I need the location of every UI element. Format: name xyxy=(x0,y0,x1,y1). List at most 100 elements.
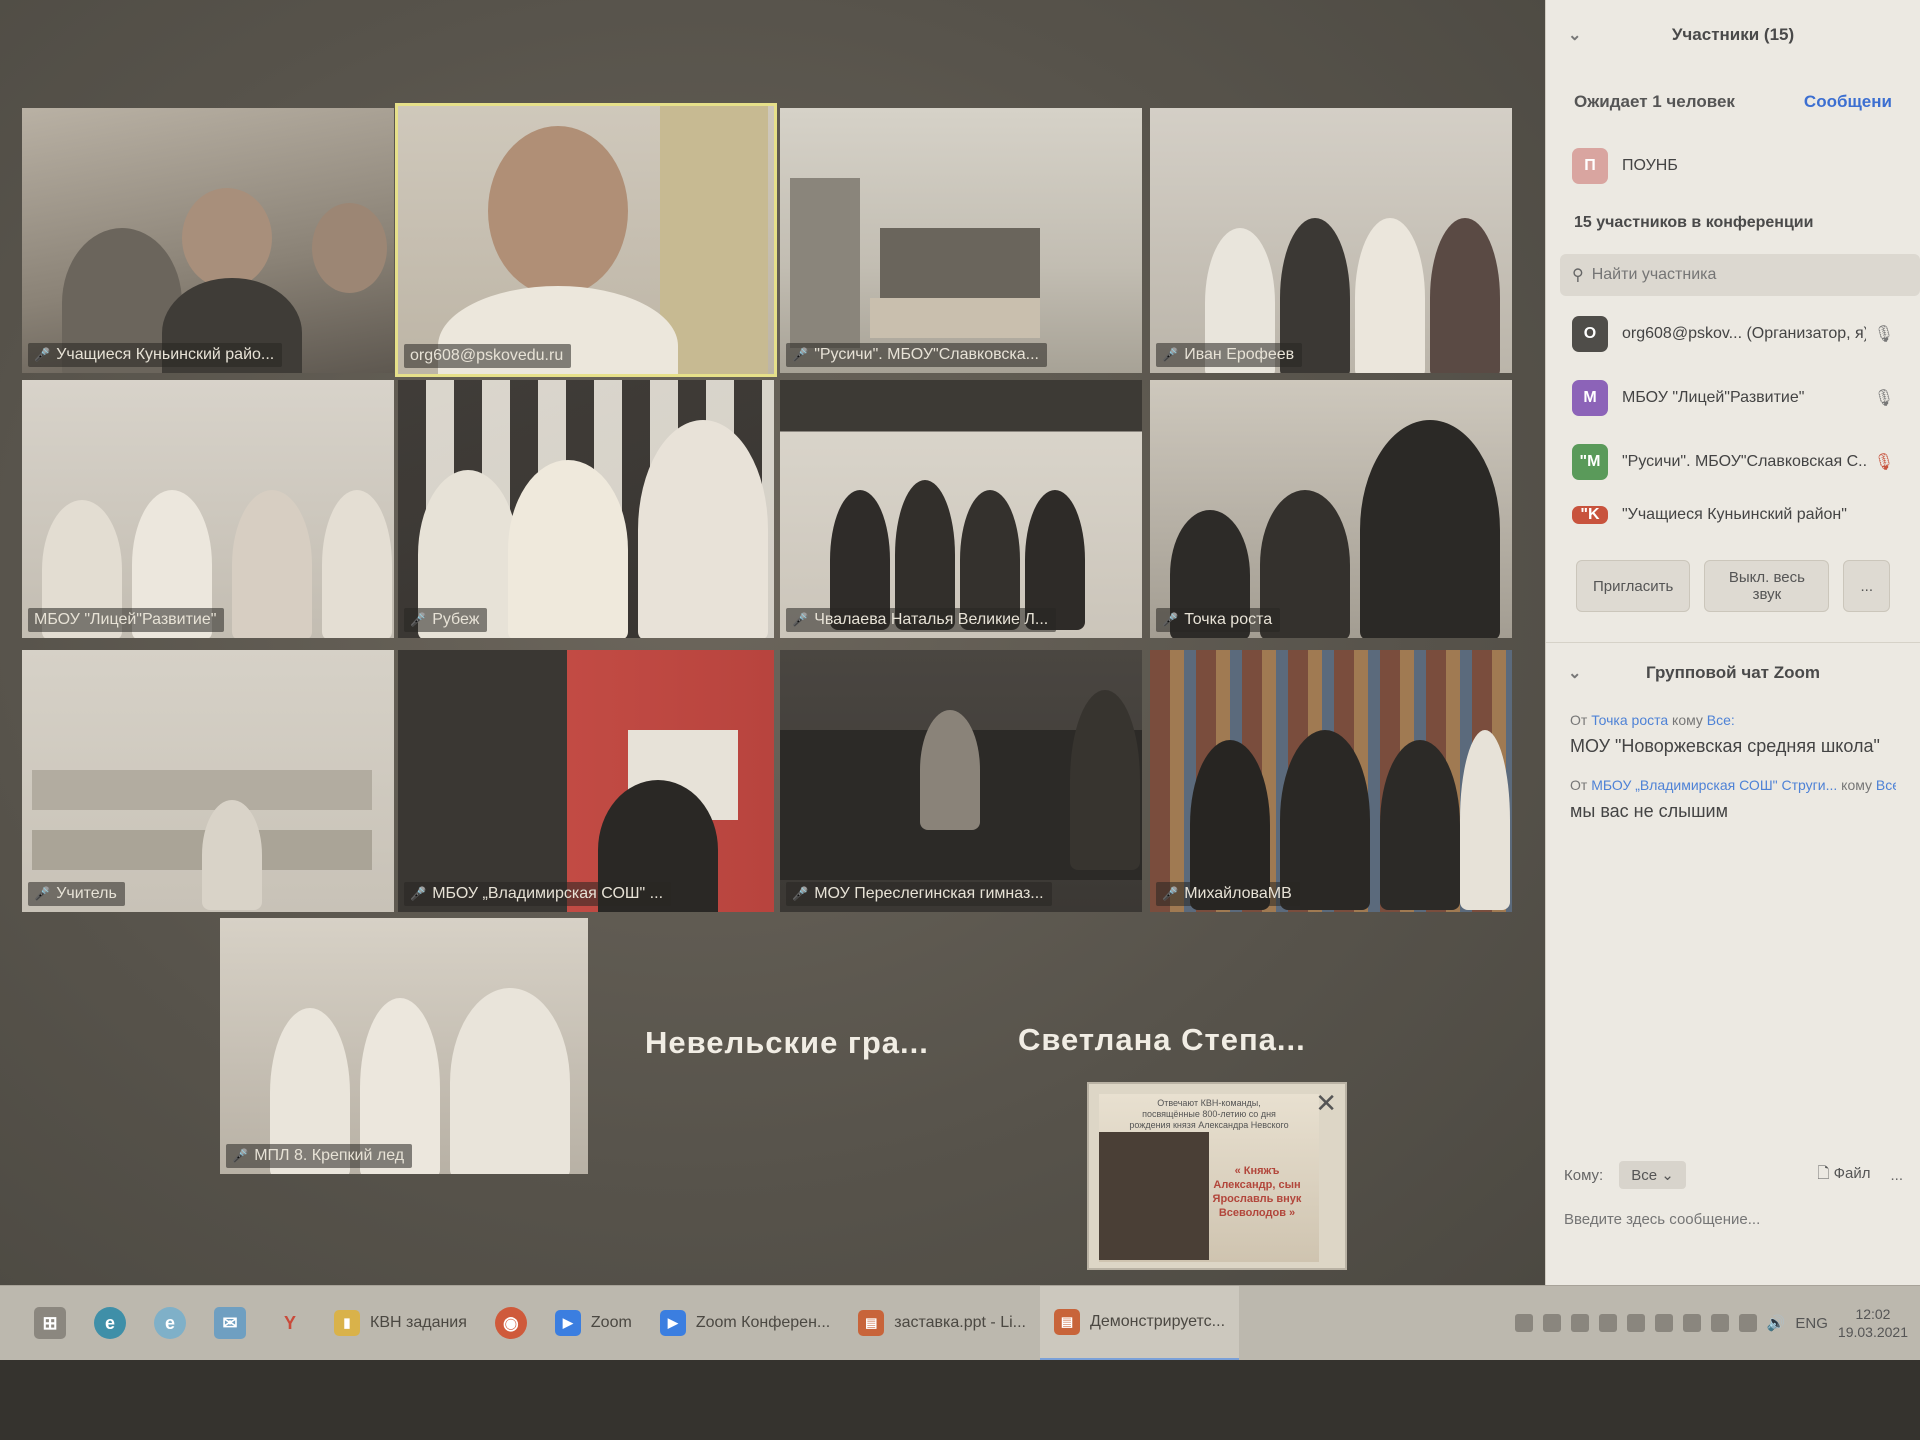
chat-message-text: мы вас не слышим xyxy=(1570,801,1728,821)
ie-browser-icon[interactable]: e xyxy=(154,1307,186,1339)
chat-recipient-link[interactable]: Все xyxy=(1876,777,1896,793)
mute-all-button[interactable]: Выкл. весь звук xyxy=(1704,560,1830,612)
video-gallery: 🎤 Учащиеся Куньинский райо... org608@psko… xyxy=(0,0,1545,1285)
participant-name-label: 🎤 МБОУ „Владимирская СОШ" ... xyxy=(404,882,672,906)
taskbar-app[interactable]: ▶ Zoom xyxy=(541,1286,646,1361)
mic-muted-icon: 🎤 xyxy=(232,1148,249,1163)
chat-message: От МБОУ „Владимирская СОШ" Струги... ком… xyxy=(1546,767,1920,832)
participant-name: МБОУ "Лицей"Развитие" xyxy=(1622,389,1805,406)
video-tile[interactable]: 🎤 Точка роста xyxy=(1150,380,1512,638)
participant-name-label: 🎤 Учитель xyxy=(28,882,125,906)
yandex-browser-icon[interactable]: Y xyxy=(274,1307,306,1339)
participant-name-label: 🎤 Точка роста xyxy=(1156,608,1281,632)
video-tile[interactable]: МБОУ "Лицей"Развитие" xyxy=(22,380,394,638)
battery-icon[interactable] xyxy=(1682,1314,1701,1332)
participant-name: "Учащиеся Куньинский район" xyxy=(1622,506,1847,523)
taskbar-app[interactable]: ▤ заставка.ppt - Li... xyxy=(844,1286,1040,1361)
mic-muted-icon[interactable]: 🎙 xyxy=(1874,452,1894,472)
taskbar-app-active[interactable]: ▤ Демонстрируетс... xyxy=(1039,1285,1240,1361)
chat-sender-link[interactable]: Точка роста xyxy=(1591,712,1668,728)
more-options-button[interactable]: ... xyxy=(1890,1167,1903,1184)
tray-app-icon[interactable] xyxy=(1654,1314,1673,1332)
speaker-icon[interactable]: 🔊 xyxy=(1767,1314,1786,1332)
side-panel: ⌄ Участники (15) Ожидает 1 человек Сообщ… xyxy=(1545,0,1920,1285)
more-button[interactable]: ... xyxy=(1843,560,1890,612)
microphone-icon[interactable] xyxy=(1710,1314,1729,1332)
participant-row[interactable]: O org608@pskov... (Организатор, я) 🎙 xyxy=(1546,302,1920,366)
avatar: M xyxy=(1572,380,1608,416)
participant-name-label: 🎤 Иван Ерофеев xyxy=(1156,343,1303,367)
close-icon[interactable]: ✕ xyxy=(1315,1088,1337,1119)
participant-name-label: 🎤 МихайловаМВ xyxy=(1156,882,1300,906)
system-tray: 🔊 ENG 12:02 19.03.2021 xyxy=(1514,1305,1920,1341)
participant-row[interactable]: M МБОУ "Лицей"Развитие" 🎙 xyxy=(1546,366,1920,430)
avatar: П xyxy=(1572,148,1608,184)
mic-icon[interactable]: 🎙 xyxy=(1874,324,1894,344)
windows-taskbar: ⊞ e e ✉ Y ▮ КВН задания ◉ ▶ Zoom ▶ Zoom Кон… xyxy=(0,1285,1920,1361)
participants-header: ⌄ Участники (15) xyxy=(1546,0,1920,70)
participant-name-only-tile[interactable]: Светлана Степа... xyxy=(1018,1022,1306,1058)
impress-icon: ▤ xyxy=(1053,1308,1080,1335)
mail-icon[interactable]: ✉ xyxy=(214,1307,246,1339)
video-tile[interactable]: 🎤 "Русичи". МБОУ"Славковска... xyxy=(780,108,1142,373)
video-tile[interactable]: 🎤 Учитель xyxy=(22,650,394,912)
video-tile[interactable]: 🎤 Рубеж xyxy=(398,380,774,638)
search-input[interactable] xyxy=(1591,266,1832,284)
avatar: "M xyxy=(1572,444,1608,480)
edge-browser-icon[interactable]: e xyxy=(94,1307,126,1339)
bluetooth-icon[interactable] xyxy=(1738,1314,1757,1332)
chevron-down-icon[interactable]: ⌄ xyxy=(1568,663,1581,683)
participant-name: org608@pskov... (Организатор, я) xyxy=(1622,325,1866,342)
tray-app-icon[interactable] xyxy=(1570,1314,1589,1332)
chat-message-input[interactable] xyxy=(1564,1211,1884,1228)
slide-preview: Отвечают КВН-команды, посвящённые 800-ле… xyxy=(1099,1094,1319,1262)
video-tile[interactable]: 🎤 МПЛ 8. Крепкий лед xyxy=(220,918,588,1174)
network-icon[interactable] xyxy=(1542,1314,1561,1332)
video-tile[interactable]: 🎤 Чвалаева Наталья Великие Л... xyxy=(780,380,1142,638)
mic-icon[interactable]: 🎙 xyxy=(1874,388,1894,408)
folder-icon: ▮ xyxy=(334,1310,360,1336)
avatar: "K xyxy=(1572,506,1608,524)
windows-start-icon[interactable]: ⊞ xyxy=(34,1307,66,1339)
participant-name-only-tile[interactable]: Невельские гра... xyxy=(645,1025,929,1061)
video-tile[interactable]: 🎤 Учащиеся Куньинский райо... xyxy=(22,108,394,373)
video-tile[interactable]: 🎤 Иван Ерофеев xyxy=(1150,108,1512,373)
video-tile[interactable]: 🎤 МОУ Переслегинская гимназ... xyxy=(780,650,1142,912)
mic-muted-icon: 🎤 xyxy=(1162,886,1179,901)
taskbar-app[interactable]: ▶ Zoom Конферен... xyxy=(646,1286,844,1361)
slide-title-text: « Княжъ Александр, сын Ярославль внук Вс… xyxy=(1212,1165,1302,1219)
participant-name-label: 🎤 Учащиеся Куньинский райо... xyxy=(28,343,283,367)
participant-row[interactable]: "K "Учащиеся Куньинский район" xyxy=(1546,494,1920,524)
shield-icon[interactable] xyxy=(1514,1314,1533,1332)
video-tile[interactable]: 🎤 МихайловаМВ xyxy=(1150,650,1512,912)
system-clock[interactable]: 12:02 19.03.2021 xyxy=(1838,1305,1908,1341)
waiting-participant-row[interactable]: П ПОУНБ xyxy=(1546,134,1920,198)
chrome-icon[interactable]: ◉ xyxy=(494,1307,527,1339)
tray-app-icon[interactable] xyxy=(1598,1314,1617,1332)
zoom-icon: ▶ xyxy=(554,1310,581,1336)
waiting-message-link[interactable]: Сообщени xyxy=(1804,92,1892,112)
chat-recipient-link[interactable]: Все: xyxy=(1707,712,1735,728)
file-button[interactable]: 🗋 Файл xyxy=(1817,1163,1870,1188)
participant-name-label: 🎤 МОУ Переслегинская гимназ... xyxy=(786,882,1052,906)
mic-muted-icon: 🎤 xyxy=(1162,612,1179,627)
participant-name: "Русичи". МБОУ"Славковская С... xyxy=(1622,453,1866,470)
wall-below-screen xyxy=(0,1360,1920,1440)
video-tile-active-speaker[interactable]: org608@pskovedu.ru xyxy=(395,103,777,377)
waiting-text: Ожидает 1 человек xyxy=(1574,92,1735,111)
participant-search[interactable]: ⚲ xyxy=(1560,254,1920,296)
video-tile[interactable]: 🎤 МБОУ „Владимирская СОШ" ... xyxy=(398,650,774,912)
mic-muted-icon: 🎤 xyxy=(792,612,809,627)
chevron-down-icon[interactable]: ⌄ xyxy=(1568,25,1581,45)
participant-name-label: 🎤 Рубеж xyxy=(404,608,488,632)
language-indicator[interactable]: ENG xyxy=(1795,1315,1828,1332)
participant-row[interactable]: "M "Русичи". МБОУ"Славковская С... 🎙 xyxy=(1546,430,1920,494)
recipient-select[interactable]: Все ⌄ xyxy=(1619,1161,1686,1189)
screen-share-thumbnail[interactable]: Отвечают КВН-команды, посвящённые 800-ле… xyxy=(1087,1082,1347,1270)
slide-image xyxy=(1099,1132,1209,1260)
taskbar-app[interactable]: ▮ КВН задания xyxy=(320,1286,481,1361)
chat-sender-link[interactable]: МБОУ „Владимирская СОШ" Струги... xyxy=(1591,777,1837,793)
tray-app-icon[interactable] xyxy=(1626,1314,1645,1332)
invite-button[interactable]: Пригласить xyxy=(1576,560,1691,612)
participant-actions: Пригласить Выкл. весь звук ... xyxy=(1546,544,1920,628)
